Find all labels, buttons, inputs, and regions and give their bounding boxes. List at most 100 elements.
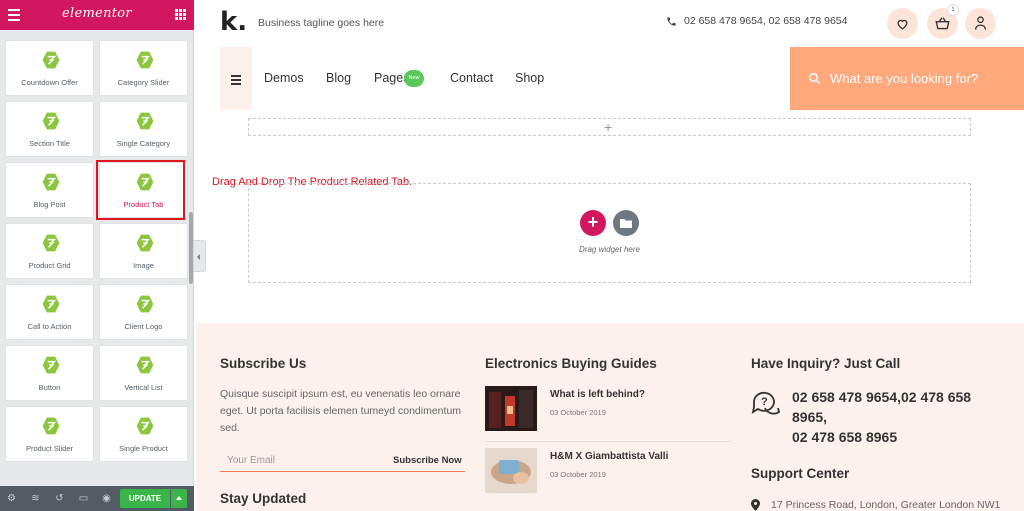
- inquiry-title: Have Inquiry? Just Call: [751, 356, 901, 371]
- widgets-grid-icon[interactable]: [175, 9, 186, 20]
- menu-icon: [231, 75, 241, 87]
- menu-toggle[interactable]: [220, 47, 252, 110]
- support-title: Support Center: [751, 466, 850, 481]
- phone-icon: [667, 16, 676, 26]
- drag-widget-hint: Drag widget here: [579, 245, 640, 254]
- add-template-button[interactable]: [613, 210, 639, 236]
- widget-client-logo[interactable]: Client Logo: [99, 284, 188, 340]
- hexagon-widget-icon: [42, 356, 60, 374]
- site-preview: k. Business tagline goes here 02 658 478…: [196, 0, 1024, 511]
- hexagon-widget-icon: [136, 234, 154, 252]
- widget-label: Section Title: [29, 139, 70, 148]
- widget-image[interactable]: Image: [99, 223, 188, 279]
- nav-item-demos[interactable]: Demos: [264, 71, 304, 85]
- update-options-chevron-up-icon[interactable]: [171, 489, 187, 508]
- hexagon-widget-icon: [42, 417, 60, 435]
- widget-list: Countdown Offer Category Slider Section Ti…: [0, 30, 190, 486]
- widget-section-title[interactable]: Section Title: [5, 101, 94, 157]
- inquiry-phone-line-3: 02 478 658 8965: [792, 429, 898, 445]
- search-icon: [808, 72, 821, 85]
- widget-blog-post[interactable]: Blog Post: [5, 162, 94, 218]
- panel-header: elementor: [0, 0, 194, 30]
- post-thumbnail-2[interactable]: [485, 448, 537, 493]
- panel-footer: ⚙ ≋ ↺ ▭ ◉ UPDATE: [0, 486, 194, 511]
- post-date-2: 03 October 2019: [550, 470, 606, 479]
- inquiry-phone-line-1: 02 658 478 9654,02 478 658: [792, 389, 972, 405]
- hexagon-widget-icon: [42, 51, 60, 69]
- cart-count-badge: 1: [947, 4, 959, 16]
- search-bar[interactable]: What are you looking for?: [790, 47, 1024, 110]
- new-badge: New: [404, 70, 424, 87]
- heart-icon: [897, 19, 908, 30]
- subscribe-now-button[interactable]: Subscribe Now: [393, 455, 462, 466]
- widget-product-grid[interactable]: Product Grid: [5, 223, 94, 279]
- settings-icon[interactable]: ⚙: [6, 493, 17, 504]
- post-date-1: 03 October 2019: [550, 408, 606, 417]
- email-input[interactable]: Your Email: [227, 455, 275, 466]
- widget-label: Blog Post: [33, 200, 66, 209]
- search-input[interactable]: What are you looking for?: [830, 71, 978, 86]
- history-icon[interactable]: ↺: [54, 493, 65, 504]
- widget-label: Product Slider: [25, 444, 74, 453]
- widget-single-category[interactable]: Single Category: [99, 101, 188, 157]
- subscribe-text-2: eget. Ut porta facilisis elemen tumeyd c…: [220, 405, 462, 417]
- widget-single-product[interactable]: Single Product: [99, 406, 188, 462]
- basket-icon: [935, 17, 950, 30]
- widget-countdown-offer[interactable]: Countdown Offer: [5, 40, 94, 96]
- nav-item-blog[interactable]: Blog: [326, 71, 351, 85]
- user-icon: [975, 16, 986, 30]
- hexagon-widget-icon: [42, 234, 60, 252]
- chat-question-icon: ?: [751, 391, 781, 415]
- add-section-plus-icon[interactable]: +: [604, 119, 612, 135]
- screen: elementor Countdown Offer Category Slider…: [0, 0, 1024, 511]
- widget-label: Button: [38, 383, 61, 392]
- support-address: 17 Princess Road, London, Greater London…: [771, 499, 1001, 511]
- header-phone-number: 02 658 478 9654, 02 658 478 9654: [684, 15, 848, 27]
- panel-scrollbar[interactable]: [189, 212, 193, 284]
- widget-label: Image: [133, 261, 154, 270]
- widget-button[interactable]: Button: [5, 345, 94, 401]
- site-tagline: Business tagline goes here: [258, 17, 385, 29]
- add-new-section-button[interactable]: +: [580, 210, 606, 236]
- main-navigation: Demos Blog Pages New Contact Shop What a…: [220, 47, 1024, 110]
- hexagon-widget-icon: [42, 295, 60, 313]
- widget-label: Product Grid: [28, 261, 71, 270]
- preview-eye-icon[interactable]: ◉: [101, 493, 112, 504]
- widget-grid: Countdown Offer Category Slider Section Ti…: [5, 40, 188, 462]
- post-thumbnail-1[interactable]: [485, 386, 537, 431]
- hexagon-widget-icon: [136, 51, 154, 69]
- widget-vertical-list[interactable]: Vertical List: [99, 345, 188, 401]
- header-phone: 02 658 478 9654, 02 658 478 9654: [666, 15, 848, 27]
- map-pin-icon: [751, 499, 760, 511]
- site-footer: Subscribe Us Quisque suscipit ipsum est,…: [196, 323, 1024, 511]
- post-title-2[interactable]: H&M X Giambattista Valli: [550, 451, 668, 462]
- widget-label: Category Slider: [117, 78, 170, 87]
- cart-button[interactable]: 1: [927, 4, 959, 39]
- wishlist-button[interactable]: [887, 8, 918, 39]
- email-underline: [220, 471, 465, 472]
- elementor-logo: elementor: [62, 6, 132, 21]
- account-button[interactable]: [965, 8, 996, 39]
- update-button[interactable]: UPDATE: [120, 489, 170, 508]
- nav-item-contact[interactable]: Contact: [450, 71, 493, 85]
- widget-dropzone[interactable]: + Drag widget here: [248, 183, 971, 283]
- widget-product-slider[interactable]: Product Slider: [5, 406, 94, 462]
- nav-item-shop[interactable]: Shop: [515, 71, 544, 85]
- svg-text:?: ?: [761, 396, 768, 408]
- post-title-1[interactable]: What is left behind?: [550, 389, 645, 400]
- hexagon-widget-icon: [42, 112, 60, 130]
- add-section-area[interactable]: +: [248, 118, 971, 136]
- widget-call-to-action[interactable]: Call to Action: [5, 284, 94, 340]
- inquiry-phone-line-2: 8965,: [792, 409, 828, 425]
- widget-label: Countdown Offer: [21, 78, 78, 87]
- guides-title: Electronics Buying Guides: [485, 356, 657, 371]
- widget-category-slider[interactable]: Category Slider: [99, 40, 188, 96]
- site-logo[interactable]: k.: [220, 7, 247, 37]
- folder-icon: [620, 219, 632, 228]
- responsive-mode-icon[interactable]: ▭: [78, 493, 89, 504]
- widget-label: Single Category: [116, 139, 171, 148]
- elementor-panel: elementor Countdown Offer Category Slider…: [0, 0, 194, 511]
- inquiry-phone: 02 658 478 9654,02 478 658 8965, 02 478 …: [792, 387, 992, 447]
- stay-updated-title: Stay Updated: [220, 491, 307, 506]
- navigator-layers-icon[interactable]: ≋: [30, 493, 41, 504]
